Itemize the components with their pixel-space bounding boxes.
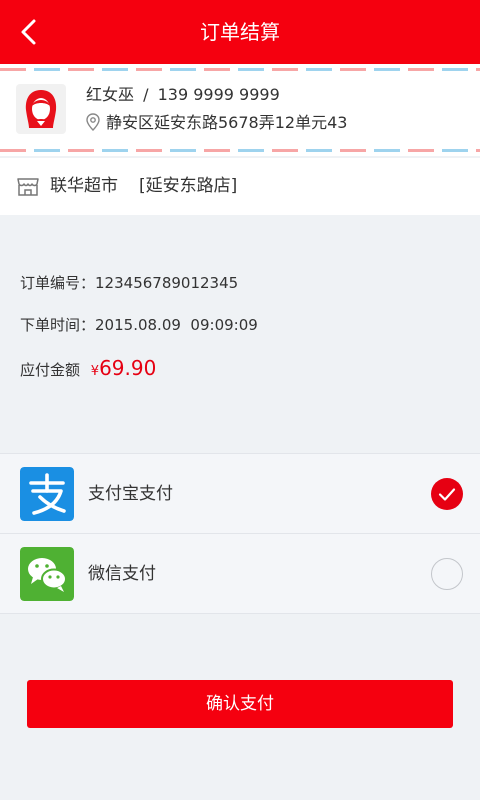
store-branch: [延安东路店]	[139, 176, 238, 196]
amount-currency: ¥	[90, 364, 100, 379]
avatar	[16, 84, 66, 134]
checkmark-icon	[438, 488, 456, 501]
female-avatar-icon	[25, 90, 57, 128]
recipient-address: 静安区延安东路5678弄12单元43	[106, 113, 348, 132]
page-title: 订单结算	[200, 20, 280, 44]
location-pin-icon	[86, 113, 100, 131]
alipay-icon	[20, 467, 74, 521]
order-number-row: 订单编号：123456789012345	[20, 273, 238, 293]
store-row: 联华超市 [延安东路店]	[0, 158, 480, 215]
recipient-address-row: 静安区延安东路5678弄12单元43	[86, 112, 347, 134]
order-number: 123456789012345	[95, 274, 239, 292]
store-name: 联华超市	[50, 176, 118, 196]
payment-option-alipay[interactable]: 支付宝支付	[0, 454, 480, 534]
recipient-name: 红女巫	[86, 85, 135, 104]
delivery-address-card[interactable]: 红女巫 / 139 9999 9999 静安区延安东路5678弄12单元43	[0, 64, 480, 156]
airmail-border-top	[0, 68, 480, 71]
amount-due: 69.90	[99, 356, 157, 380]
order-time-label: 下单时间：	[20, 316, 96, 334]
order-number-label: 订单编号：	[20, 274, 96, 292]
shop-icon	[17, 178, 39, 196]
recipient-phone: 139 9999 9999	[157, 85, 280, 104]
recipient-contact: 红女巫 / 139 9999 9999	[86, 84, 280, 106]
amount-due-row: 应付金额 ¥69.90	[20, 358, 156, 382]
wechat-icon	[20, 547, 74, 601]
airmail-border-bottom	[0, 149, 480, 152]
alipay-label: 支付宝支付	[88, 484, 173, 504]
wechat-radio-unchecked[interactable]	[431, 558, 463, 590]
confirm-payment-button[interactable]: 确认支付	[27, 680, 453, 728]
order-time: 2015.08.09 09:09:09	[95, 316, 258, 334]
order-time-row: 下单时间：2015.08.09 09:09:09	[20, 315, 258, 335]
amount-due-label: 应付金额	[20, 361, 81, 379]
top-bar: 订单结算	[0, 0, 480, 64]
alipay-radio-checked[interactable]	[431, 478, 463, 510]
payment-method-list: 支付宝支付 微信支付	[0, 453, 480, 614]
payment-option-wechat[interactable]: 微信支付	[0, 534, 480, 614]
contact-separator: /	[143, 85, 149, 104]
wechat-label: 微信支付	[88, 564, 156, 584]
